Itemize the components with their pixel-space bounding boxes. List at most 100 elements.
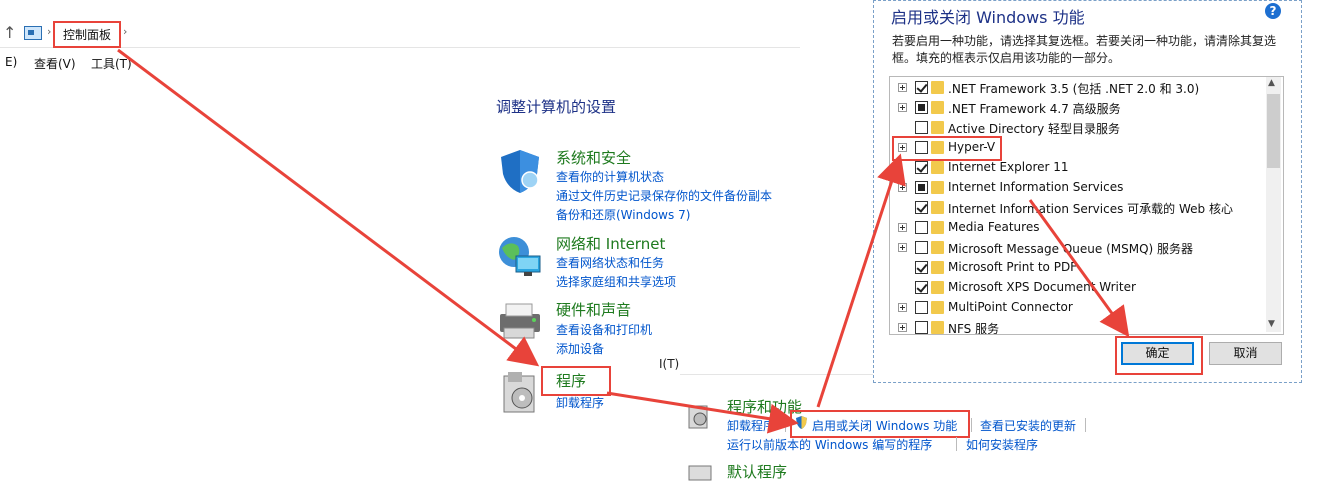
- folder-icon: [931, 241, 944, 254]
- expand-plus-icon[interactable]: [898, 243, 907, 252]
- feature-tree[interactable]: .NET Framework 3.5 (包括 .NET 2.0 和 3.0) .N…: [889, 76, 1284, 335]
- link-turn-windows-features[interactable]: 启用或关闭 Windows 功能: [812, 417, 957, 434]
- network-globe-icon: [499, 237, 541, 276]
- feature-checkbox[interactable]: [915, 261, 928, 274]
- expand-plus-icon[interactable]: [898, 323, 907, 332]
- up-arrow-icon[interactable]: ↑: [3, 23, 16, 42]
- feature-label: .NET Framework 3.5 (包括 .NET 2.0 和 3.0): [948, 82, 1200, 96]
- feature-label: Active Directory 轻型目录服务: [948, 122, 1121, 136]
- programs-features-icon: [688, 405, 708, 429]
- category-title-hardware-sound[interactable]: 硬件和声音: [556, 299, 631, 320]
- link-uninstall-program[interactable]: 卸载程序: [556, 394, 604, 411]
- link-network-status[interactable]: 查看网络状态和任务: [556, 254, 664, 271]
- feature-row[interactable]: Microsoft Print to PDF: [890, 258, 1266, 278]
- folder-icon: [931, 301, 944, 314]
- feature-row[interactable]: Microsoft Message Queue (MSMQ) 服务器: [890, 238, 1266, 258]
- menu-fragment-tools: I(T): [659, 357, 680, 371]
- scroll-down-icon[interactable]: ▼: [1268, 319, 1275, 329]
- page-title: 调整计算机的设置: [496, 98, 617, 116]
- folder-icon: [931, 101, 944, 114]
- menu-item-edit[interactable]: E): [5, 55, 17, 69]
- feature-row[interactable]: NFS 服务: [890, 318, 1266, 335]
- feature-checkbox[interactable]: [915, 321, 928, 334]
- breadcrumb-control-panel[interactable]: 控制面板: [53, 21, 122, 48]
- menu-item-view[interactable]: 查看(V): [34, 55, 76, 72]
- link-separator: [785, 418, 786, 432]
- scroll-up-icon[interactable]: ▲: [1268, 78, 1275, 88]
- feature-row[interactable]: Media Features: [890, 218, 1266, 238]
- help-icon[interactable]: ?: [1265, 3, 1281, 19]
- feature-row[interactable]: Microsoft XPS Document Writer: [890, 278, 1266, 298]
- link-devices-printers[interactable]: 查看设备和打印机: [556, 321, 652, 338]
- feature-checkbox[interactable]: [915, 221, 928, 234]
- feature-label: MultiPoint Connector: [948, 300, 1073, 314]
- link-installed-updates[interactable]: 查看已安装的更新: [980, 417, 1076, 434]
- feature-checkbox[interactable]: [915, 181, 928, 194]
- folder-icon: [931, 261, 944, 274]
- feature-label: .NET Framework 4.7 高级服务: [948, 102, 1121, 116]
- feature-checkbox[interactable]: [915, 281, 928, 294]
- feature-checkbox[interactable]: [915, 101, 928, 114]
- expand-plus-icon[interactable]: [898, 303, 907, 312]
- feature-row[interactable]: Internet Information Services: [890, 178, 1266, 198]
- feature-label: Media Features: [948, 220, 1040, 234]
- feature-row[interactable]: Internet Information Services 可承载的 Web 核…: [890, 198, 1266, 218]
- feature-checkbox[interactable]: [915, 241, 928, 254]
- folder-icon: [931, 221, 944, 234]
- cancel-button[interactable]: 取消: [1209, 342, 1282, 365]
- link-add-device[interactable]: 添加设备: [556, 340, 604, 357]
- link-compat-programs[interactable]: 运行以前版本的 Windows 编写的程序: [727, 436, 932, 453]
- folder-icon: [931, 281, 944, 294]
- menu-bar: E) 查看(V) 工具(T): [0, 55, 300, 75]
- feature-row[interactable]: Active Directory 轻型目录服务: [890, 118, 1266, 138]
- link-separator: [971, 418, 972, 432]
- feature-row[interactable]: Internet Explorer 11: [890, 158, 1266, 178]
- dialog-title: 启用或关闭 Windows 功能: [891, 8, 1085, 27]
- link-backup-restore[interactable]: 备份和还原(Windows 7): [556, 206, 690, 223]
- expand-plus-icon[interactable]: [898, 83, 907, 92]
- link-check-computer-status[interactable]: 查看你的计算机状态: [556, 168, 664, 185]
- menu-item-tools[interactable]: 工具(T): [91, 55, 132, 72]
- programs-icon: [503, 372, 535, 413]
- feature-checkbox[interactable]: [915, 301, 928, 314]
- dialog-description: 若要启用一种功能，请选择其复选框。若要关闭一种功能，请清除其复选框。填充的框表示…: [892, 34, 1277, 65]
- arrow-to-programs: [117, 48, 540, 367]
- uac-shield-icon: [796, 416, 807, 429]
- feature-checkbox[interactable]: [915, 161, 928, 174]
- highlight-hyper-v: [892, 136, 1002, 161]
- feature-label: Microsoft Message Queue (MSMQ) 服务器: [948, 242, 1194, 256]
- folder-icon: [931, 121, 944, 134]
- printer-icon: [500, 303, 540, 339]
- expand-plus-icon[interactable]: [898, 103, 907, 112]
- feature-row[interactable]: MultiPoint Connector: [890, 298, 1266, 318]
- feature-checkbox[interactable]: [915, 201, 928, 214]
- link-separator: [956, 437, 957, 451]
- feature-row[interactable]: .NET Framework 4.7 高级服务: [890, 98, 1266, 118]
- link-uninstall-program-sub[interactable]: 卸载程序: [727, 417, 775, 434]
- control-panel-icon: [24, 26, 42, 40]
- feature-label: NFS 服务: [948, 322, 1000, 335]
- feature-checkbox[interactable]: [915, 121, 928, 134]
- link-homegroup[interactable]: 选择家庭组和共享选项: [556, 273, 676, 290]
- feature-label: Internet Information Services 可承载的 Web 核…: [948, 202, 1233, 216]
- folder-icon: [931, 81, 944, 94]
- link-how-install[interactable]: 如何安装程序: [966, 436, 1038, 453]
- expand-plus-icon[interactable]: [898, 223, 907, 232]
- feature-label: Internet Explorer 11: [948, 160, 1069, 174]
- expand-plus-icon[interactable]: [898, 183, 907, 192]
- chevron-right-icon[interactable]: ›: [47, 25, 51, 38]
- shield-icon: [501, 150, 539, 193]
- ok-button[interactable]: 确定: [1121, 342, 1194, 365]
- feature-checkbox[interactable]: [915, 81, 928, 94]
- link-file-history[interactable]: 通过文件历史记录保存你的文件备份副本: [556, 187, 772, 204]
- feature-row[interactable]: .NET Framework 3.5 (包括 .NET 2.0 和 3.0): [890, 78, 1266, 98]
- category-title-network[interactable]: 网络和 Internet: [556, 233, 665, 254]
- default-programs-title[interactable]: 默认程序: [727, 461, 787, 482]
- scrollbar-thumb[interactable]: [1267, 94, 1280, 168]
- highlight-programs: [541, 366, 611, 396]
- chevron-right-icon[interactable]: ›: [123, 25, 127, 38]
- folder-icon: [931, 321, 944, 334]
- feature-label: Microsoft XPS Document Writer: [948, 280, 1136, 294]
- folder-icon: [931, 201, 944, 214]
- category-title-system-security[interactable]: 系统和安全: [556, 147, 631, 168]
